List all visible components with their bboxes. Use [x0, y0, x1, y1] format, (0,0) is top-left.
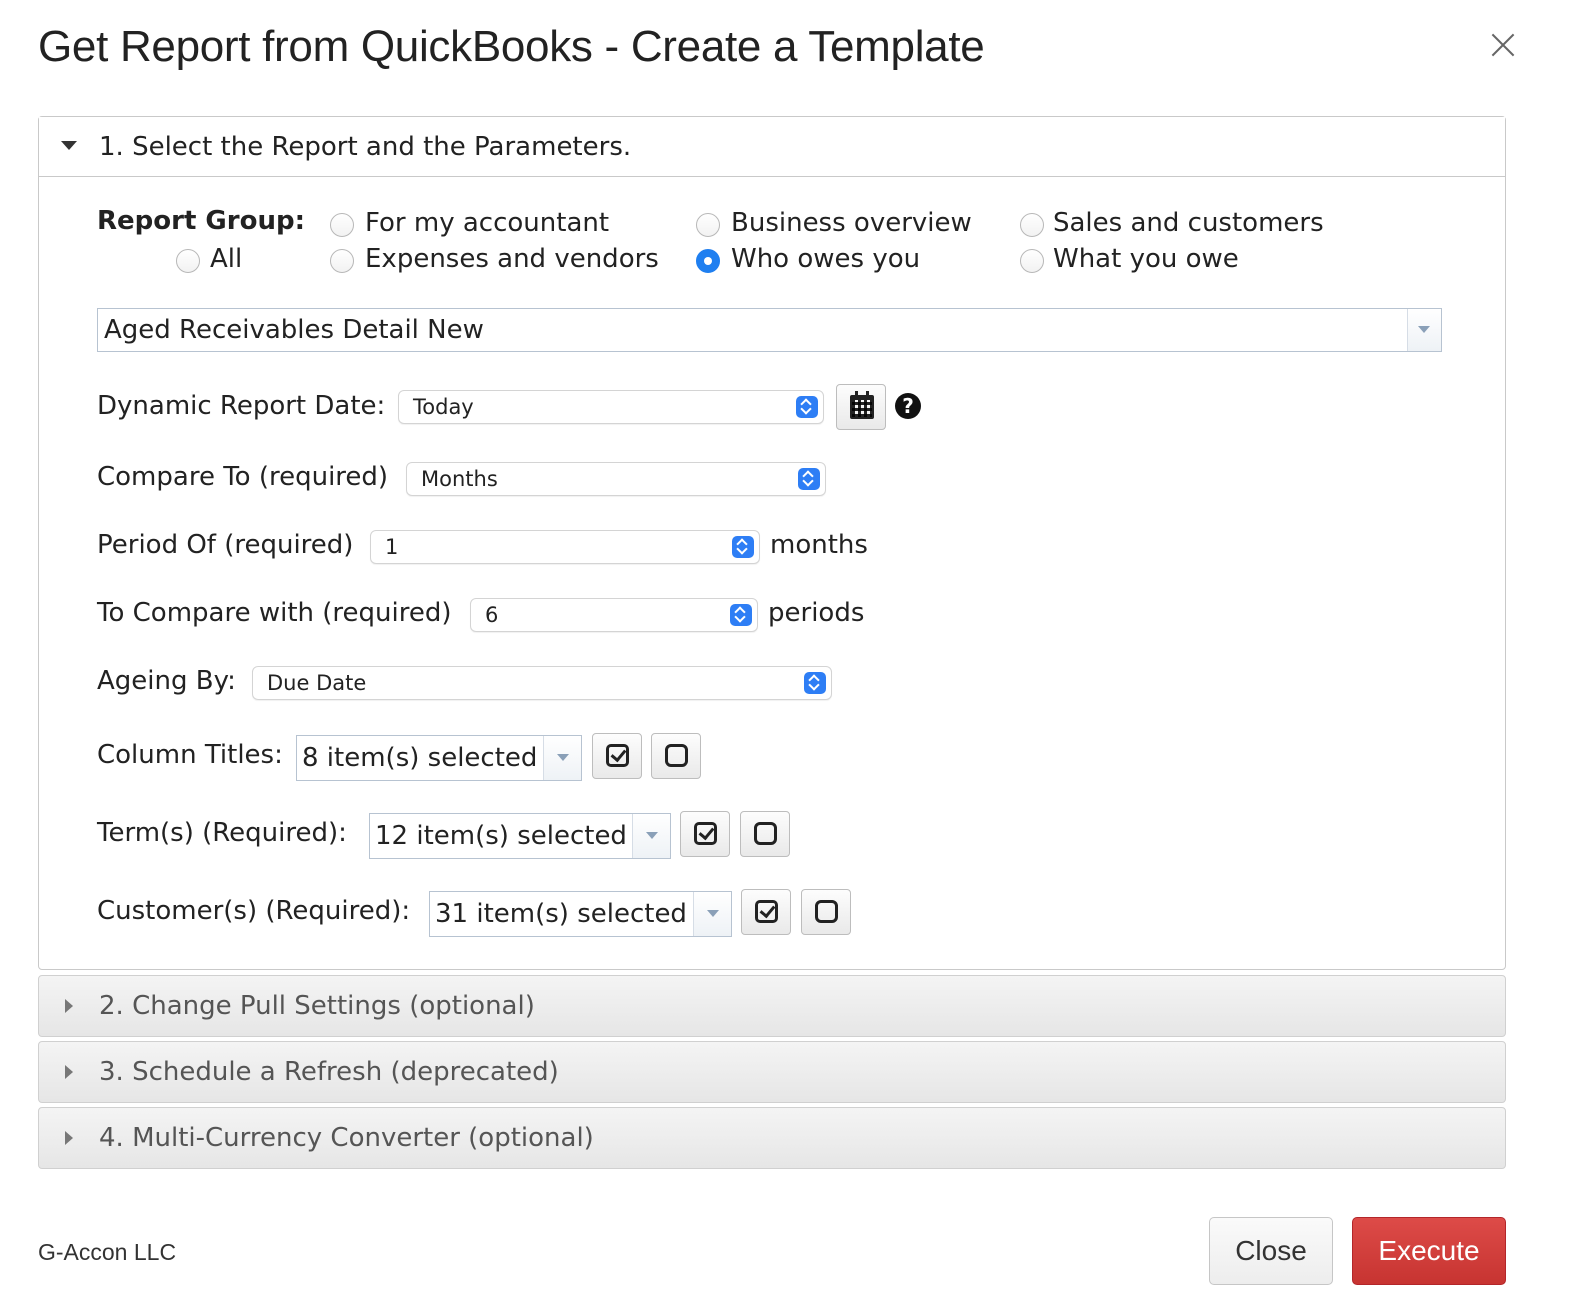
- section-title-2: 2. Change Pull Settings (optional): [99, 991, 535, 1021]
- caret-right-icon: [65, 1131, 73, 1145]
- calendar-button[interactable]: [836, 384, 886, 430]
- terms-arrow[interactable]: [632, 814, 670, 858]
- section-header-4[interactable]: 4. Multi-Currency Converter (optional): [39, 1108, 1505, 1168]
- ageing-by-select[interactable]: Due Date: [252, 666, 832, 700]
- radio-label-for-my-accountant[interactable]: For my accountant: [365, 208, 609, 238]
- execute-button[interactable]: Execute: [1352, 1217, 1506, 1285]
- chevron-down-icon: [707, 910, 719, 917]
- customers-clear-button[interactable]: [801, 889, 851, 935]
- section-header-2[interactable]: 2. Change Pull Settings (optional): [39, 976, 1505, 1036]
- empty-box-icon: [754, 822, 777, 845]
- checked-box-icon: [606, 744, 629, 767]
- compare-with-value: 6: [485, 603, 499, 627]
- ageing-by-label: Ageing By:: [97, 666, 236, 696]
- customers-select-all-button[interactable]: [741, 889, 791, 935]
- terms-multiselect[interactable]: 12 item(s) selected: [369, 813, 671, 859]
- compare-to-select[interactable]: Months: [406, 462, 826, 496]
- customers-value: 31 item(s) selected: [435, 899, 687, 929]
- report-group-label: Report Group:: [97, 206, 305, 236]
- radio-label-expenses-and-vendors[interactable]: Expenses and vendors: [365, 244, 659, 274]
- caret-down-icon: [61, 141, 77, 150]
- terms-value: 12 item(s) selected: [375, 821, 627, 851]
- terms-select-all-button[interactable]: [680, 811, 730, 857]
- dynamic-date-select[interactable]: Today: [398, 390, 824, 424]
- compare-with-label: To Compare with (required): [97, 598, 452, 628]
- radio-for-my-accountant[interactable]: [330, 213, 354, 237]
- column-titles-clear-button[interactable]: [651, 733, 701, 779]
- empty-box-icon: [815, 900, 838, 923]
- report-select-value: Aged Receivables Detail New: [104, 315, 484, 345]
- compare-with-select[interactable]: 6: [470, 598, 758, 632]
- report-select[interactable]: Aged Receivables Detail New: [97, 308, 1442, 352]
- stepper-icon: [732, 536, 754, 558]
- close-icon[interactable]: [1486, 28, 1520, 62]
- radio-label-sales-and-customers[interactable]: Sales and customers: [1053, 208, 1324, 238]
- caret-right-icon: [65, 999, 73, 1013]
- empty-box-icon: [665, 744, 688, 767]
- stepper-icon: [804, 672, 826, 694]
- column-titles-multiselect[interactable]: 8 item(s) selected: [296, 735, 582, 781]
- section-title-4: 4. Multi-Currency Converter (optional): [99, 1123, 594, 1153]
- radio-label-all[interactable]: All: [210, 244, 242, 274]
- section-header-3[interactable]: 3. Schedule a Refresh (deprecated): [39, 1042, 1505, 1102]
- radio-label-who-owes-you[interactable]: Who owes you: [731, 244, 920, 274]
- customers-multiselect[interactable]: 31 item(s) selected: [429, 891, 732, 937]
- calendar-icon: [850, 391, 874, 419]
- column-titles-label: Column Titles:: [97, 740, 283, 770]
- radio-label-what-you-owe[interactable]: What you owe: [1053, 244, 1239, 274]
- footer-brand: G-Accon LLC: [38, 1239, 177, 1265]
- compare-with-suffix: periods: [768, 598, 865, 628]
- column-titles-value: 8 item(s) selected: [302, 743, 538, 773]
- stepper-icon: [730, 604, 752, 626]
- checked-box-icon: [755, 900, 778, 923]
- dynamic-date-value: Today: [413, 395, 474, 419]
- terms-label: Term(s) (Required):: [97, 818, 347, 848]
- period-of-suffix: months: [770, 530, 868, 560]
- column-titles-arrow[interactable]: [543, 736, 581, 780]
- section-title-3: 3. Schedule a Refresh (deprecated): [99, 1057, 559, 1087]
- stepper-icon: [798, 468, 820, 490]
- compare-to-label: Compare To (required): [97, 462, 389, 492]
- section-schedule-refresh[interactable]: 3. Schedule a Refresh (deprecated): [38, 1041, 1506, 1103]
- caret-right-icon: [65, 1065, 73, 1079]
- ageing-by-value: Due Date: [267, 671, 367, 695]
- compare-to-value: Months: [421, 467, 498, 491]
- chevron-down-icon: [1418, 326, 1430, 333]
- section-multi-currency[interactable]: 4. Multi-Currency Converter (optional): [38, 1107, 1506, 1169]
- radio-all[interactable]: [176, 249, 200, 273]
- dynamic-date-label: Dynamic Report Date:: [97, 391, 386, 421]
- chevron-down-icon: [557, 754, 569, 761]
- period-of-value: 1: [385, 535, 399, 559]
- close-button[interactable]: Close: [1209, 1217, 1333, 1285]
- help-icon[interactable]: ?: [895, 393, 921, 419]
- report-select-arrow[interactable]: [1407, 309, 1441, 351]
- radio-expenses-and-vendors[interactable]: [330, 249, 354, 273]
- radio-sales-and-customers[interactable]: [1020, 213, 1044, 237]
- section-header-1[interactable]: 1. Select the Report and the Parameters.: [39, 117, 1505, 177]
- stepper-icon: [796, 396, 818, 418]
- radio-label-business-overview[interactable]: Business overview: [731, 208, 972, 238]
- terms-clear-button[interactable]: [740, 811, 790, 857]
- radio-what-you-owe[interactable]: [1020, 249, 1044, 273]
- radio-business-overview[interactable]: [696, 213, 720, 237]
- period-of-select[interactable]: 1: [370, 530, 760, 564]
- dialog-title: Get Report from QuickBooks - Create a Te…: [38, 22, 985, 71]
- customers-arrow[interactable]: [693, 892, 731, 936]
- radio-who-owes-you[interactable]: [696, 249, 720, 273]
- chevron-down-icon: [646, 832, 658, 839]
- customers-label: Customer(s) (Required):: [97, 896, 411, 926]
- column-titles-select-all-button[interactable]: [592, 733, 642, 779]
- section-pull-settings[interactable]: 2. Change Pull Settings (optional): [38, 975, 1506, 1037]
- period-of-label: Period Of (required): [97, 530, 354, 560]
- section-title-1: 1. Select the Report and the Parameters.: [99, 131, 632, 162]
- checked-box-icon: [694, 822, 717, 845]
